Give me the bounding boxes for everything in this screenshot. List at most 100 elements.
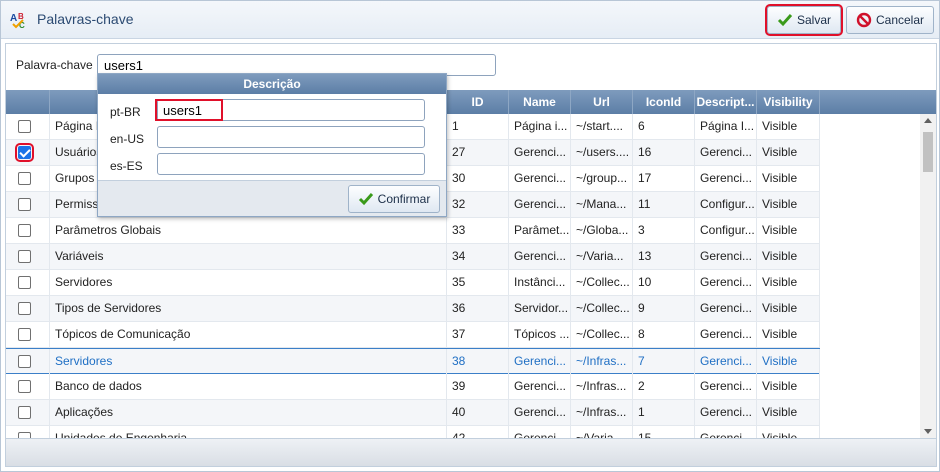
cancel-button[interactable]: Cancelar [846, 6, 934, 34]
table-row[interactable]: Variáveis 34 Gerenci... ~/Varia... 13 Gerenci… [6, 244, 820, 270]
cell-icon: 1 [633, 400, 695, 425]
cell-name: Unidades de Engenharia [50, 426, 447, 438]
scroll-up-icon[interactable] [924, 118, 932, 123]
keyword-label: Palavra-chave [16, 58, 93, 72]
cell-id: 40 [447, 400, 509, 425]
table-row[interactable]: Servidores 38 Gerenci... ~/Infras... 7 Gerenc… [6, 348, 820, 374]
cell-name: Banco de dados [50, 374, 447, 399]
cell-vis: Visible [757, 140, 820, 165]
row-select-cell [6, 114, 50, 139]
scroll-down-icon[interactable] [924, 429, 932, 434]
cell-name: Tópicos de Comunicação [50, 322, 447, 347]
column-header-id[interactable]: ID [447, 90, 509, 114]
row-checkbox[interactable] [18, 302, 31, 315]
cell-nm: Gerenci... [509, 426, 571, 438]
row-checkbox[interactable] [18, 355, 31, 368]
cell-desc: Gerenci... [695, 349, 757, 374]
cell-vis: Visible [757, 166, 820, 191]
cell-url: ~/group... [571, 166, 633, 191]
row-checkbox[interactable] [18, 250, 31, 263]
cell-name: Tipos de Servidores [50, 296, 447, 321]
svg-text:B: B [18, 12, 24, 21]
popup-title: Descrição [98, 74, 446, 94]
en-us-input[interactable] [157, 126, 425, 148]
cell-url: ~/Globa... [571, 218, 633, 243]
cell-vis: Visible [757, 218, 820, 243]
column-header-descript[interactable]: Descript... [695, 90, 757, 114]
row-checkbox[interactable] [15, 143, 34, 162]
cell-nm: Página i... [509, 114, 571, 139]
cell-nm: Gerenci... [509, 349, 571, 374]
cancel-button-label: Cancelar [875, 13, 925, 27]
save-button[interactable]: Salvar [765, 4, 843, 36]
table-row[interactable]: Servidores 35 Instânci... ~/Collec... 10 Gere… [6, 270, 820, 296]
confirm-button[interactable]: Confirmar [348, 185, 440, 213]
cell-desc: Gerenci... [695, 296, 757, 321]
cell-desc: Gerenci... [695, 426, 757, 438]
cell-desc: Gerenci... [695, 322, 757, 347]
column-header-iconid[interactable]: IconId [633, 90, 695, 114]
cell-vis: Visible [757, 114, 820, 139]
row-select-cell [6, 270, 50, 295]
cell-vis: Visible [757, 400, 820, 425]
cell-name: Variáveis [50, 244, 447, 269]
column-header-visibility[interactable]: Visibility [757, 90, 820, 114]
row-select-cell [6, 244, 50, 269]
table-row[interactable]: Parâmetros Globais 33 Parâmet... ~/Globa...… [6, 218, 820, 244]
cell-id: 1 [447, 114, 509, 139]
cell-icon: 17 [633, 166, 695, 191]
cell-icon: 16 [633, 140, 695, 165]
row-select-cell [6, 400, 50, 425]
lang-label-pt-br: pt-BR [110, 105, 141, 119]
cell-nm: Gerenci... [509, 400, 571, 425]
row-checkbox[interactable] [18, 276, 31, 289]
row-select-cell [6, 374, 50, 399]
cell-id: 35 [447, 270, 509, 295]
column-header-name[interactable]: Name [509, 90, 571, 114]
cell-desc: Configur... [695, 218, 757, 243]
cell-desc: Gerenci... [695, 374, 757, 399]
cell-url: ~/Varia... [571, 426, 633, 438]
title-bar: A B C Palavras-chave Salvar Cancelar [1, 1, 939, 39]
vertical-scrollbar[interactable] [920, 114, 936, 438]
row-checkbox[interactable] [18, 406, 31, 419]
save-button-label: Salvar [796, 13, 831, 27]
row-checkbox[interactable] [18, 172, 31, 185]
cell-url: ~/Infras... [571, 374, 633, 399]
es-es-input[interactable] [157, 153, 425, 175]
cell-id: 30 [447, 166, 509, 191]
cell-vis: Visible [757, 244, 820, 269]
cell-id: 33 [447, 218, 509, 243]
row-checkbox[interactable] [18, 380, 31, 393]
cell-desc: Gerenci... [695, 400, 757, 425]
cell-name: Servidores [50, 270, 447, 295]
cell-nm: Gerenci... [509, 166, 571, 191]
column-header-url[interactable]: Url [571, 90, 633, 114]
row-checkbox[interactable] [18, 328, 31, 341]
row-checkbox[interactable] [18, 198, 31, 211]
row-checkbox[interactable] [18, 224, 31, 237]
cell-vis: Visible [757, 270, 820, 295]
checkmark-icon [358, 193, 373, 206]
cell-desc: Gerenci... [695, 270, 757, 295]
cell-icon: 2 [633, 374, 695, 399]
cell-nm: Gerenci... [509, 374, 571, 399]
svg-text:A: A [10, 13, 17, 24]
column-header-select[interactable] [6, 90, 50, 114]
row-checkbox[interactable] [18, 120, 31, 133]
table-row[interactable]: Banco de dados 39 Gerenci... ~/Infras... 2 Ge… [6, 374, 820, 400]
cell-url: ~/Mana... [571, 192, 633, 217]
table-row[interactable]: Tópicos de Comunicação 37 Tópicos ... ~/Col… [6, 322, 820, 348]
pt-br-input[interactable] [157, 99, 425, 121]
scroll-thumb[interactable] [923, 132, 933, 172]
cell-id: 37 [447, 322, 509, 347]
prohibited-icon [856, 12, 872, 28]
table-row[interactable]: Unidades de Engenharia 42 Gerenci... ~/Vari… [6, 426, 820, 438]
cell-id: 27 [447, 140, 509, 165]
table-row[interactable]: Aplicações 40 Gerenci... ~/Infras... 1 Gerenc… [6, 400, 820, 426]
row-select-cell [6, 322, 50, 347]
table-row[interactable]: Tipos de Servidores 36 Servidor... ~/Collec… [6, 296, 820, 322]
cell-desc: Configur... [695, 192, 757, 217]
cell-url: ~/Varia... [571, 244, 633, 269]
row-select-cell [6, 296, 50, 321]
